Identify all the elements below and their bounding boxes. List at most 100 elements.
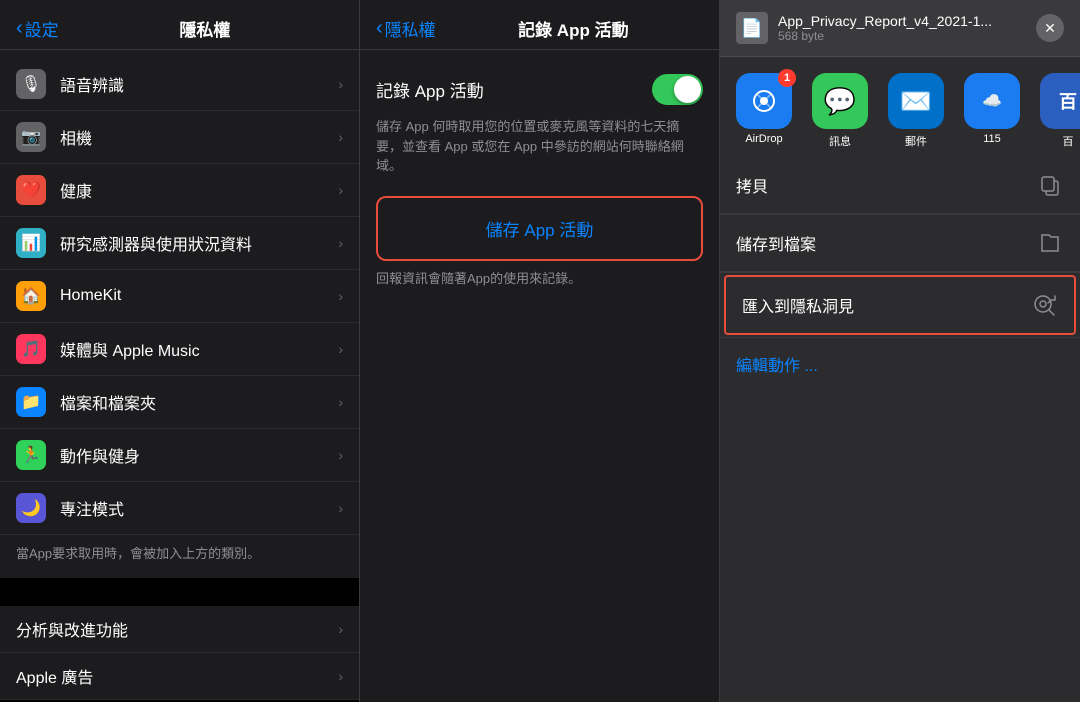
left-panel-title: 隱私權 xyxy=(67,16,343,41)
back-chevron-icon: ‹ xyxy=(376,17,383,40)
back-to-privacy-button[interactable]: ‹ 隱私權 xyxy=(376,16,436,41)
save-file-label: 儲存到檔案 xyxy=(736,231,816,255)
menu-label-health: 健康 xyxy=(60,178,338,202)
media-icon: 🎵 xyxy=(16,334,46,364)
menu-item-files[interactable]: 📁 檔案和檔案夾 › xyxy=(0,376,359,429)
menu-item-homekit[interactable]: 🏠 HomeKit › xyxy=(0,270,359,323)
baidu-label: 百 xyxy=(1063,133,1074,149)
edit-actions-link[interactable]: 編輯動作 ... xyxy=(720,338,1080,390)
app115-app-icon: ☁️ xyxy=(964,73,1020,129)
chevron-icon: › xyxy=(338,500,343,516)
chevron-icon: › xyxy=(338,621,343,637)
menu-item-analytics[interactable]: 分析與改進功能 › xyxy=(0,606,359,653)
baidu-icon-wrap: 百 xyxy=(1040,73,1080,129)
import-privacy-icon xyxy=(1030,291,1058,319)
research-icon: 📊 xyxy=(16,228,46,258)
close-icon: ✕ xyxy=(1044,20,1056,37)
motion-icon: 🏃 xyxy=(16,440,46,470)
import-privacy-label: 匯入到隱私洞見 xyxy=(742,293,854,317)
airdrop-icon-wrap: 1 xyxy=(736,73,792,129)
share-action-copy[interactable]: 拷貝 xyxy=(720,157,1080,214)
chevron-icon: › xyxy=(338,394,343,410)
back-to-settings-button[interactable]: ‹ 設定 xyxy=(16,16,59,41)
file-icon: 📄 xyxy=(736,12,768,44)
toggle-label: 記錄 App 活動 xyxy=(376,77,484,102)
share-app-115[interactable]: ☁️ 115 xyxy=(956,73,1028,149)
mail-label: 郵件 xyxy=(905,133,927,149)
share-actions-list: 拷貝 儲存到檔案 匯入到隱私洞見 xyxy=(720,157,1080,702)
menu-label-voice: 語音辨識 xyxy=(60,72,338,96)
menu-item-voice[interactable]: 🎙 語音辨識 › xyxy=(0,58,359,111)
middle-panel-title: 記錄 App 活動 xyxy=(444,16,703,41)
share-app-baidu[interactable]: 百 百 xyxy=(1032,73,1080,149)
middle-panel: ‹ 隱私權 記錄 App 活動 記錄 App 活動 儲存 App 何時取用您的位… xyxy=(360,0,720,702)
mail-icon-wrap: ✉️ xyxy=(888,73,944,129)
left-panel: ‹ 設定 隱私權 🎙 語音辨識 › 📷 相機 › ❤️ 健康 › 📊 研究感測器… xyxy=(0,0,360,702)
airdrop-badge: 1 xyxy=(778,69,796,87)
chevron-icon: › xyxy=(338,668,343,684)
privacy-menu-list: 🎙 語音辨識 › 📷 相機 › ❤️ 健康 › 📊 研究感測器與使用狀況資料 ›… xyxy=(0,50,359,702)
airdrop-label: AirDrop xyxy=(745,133,782,145)
menu-item-research[interactable]: 📊 研究感測器與使用狀況資料 › xyxy=(0,217,359,270)
menu-item-media[interactable]: 🎵 媒體與 Apple Music › xyxy=(0,323,359,376)
health-icon: ❤️ xyxy=(16,175,46,205)
divider xyxy=(720,272,1080,273)
chevron-icon: › xyxy=(338,341,343,357)
menu-label-analytics: 分析與改進功能 xyxy=(16,617,338,641)
share-close-button[interactable]: ✕ xyxy=(1036,14,1064,42)
share-action-import-privacy[interactable]: 匯入到隱私洞見 xyxy=(724,275,1076,335)
messages-label: 訊息 xyxy=(829,133,851,149)
middle-content: 記錄 App 活動 儲存 App 何時取用您的位置或麥克風等資料的七天摘要，並查… xyxy=(360,50,719,702)
menu-label-research: 研究感測器與使用狀況資料 xyxy=(60,231,338,255)
back-chevron-icon: ‹ xyxy=(16,17,23,40)
save-button-container: 儲存 App 活動 xyxy=(376,196,703,261)
messages-icon-wrap: 💬 xyxy=(812,73,868,129)
left-header: ‹ 設定 隱私權 xyxy=(0,0,359,50)
chevron-icon: › xyxy=(338,288,343,304)
save-app-activity-button[interactable]: 儲存 App 活動 xyxy=(382,202,697,255)
share-file-info: App_Privacy_Report_v4_2021-1... 568 byte xyxy=(778,13,1036,43)
share-action-save-file[interactable]: 儲存到檔案 xyxy=(720,215,1080,272)
menu-item-ads[interactable]: Apple 廣告 › xyxy=(0,653,359,700)
toggle-row: 記錄 App 活動 xyxy=(376,74,703,105)
middle-header: ‹ 隱私權 記錄 App 活動 xyxy=(360,0,719,50)
menu-label-focus: 專注模式 xyxy=(60,496,338,520)
voice-icon: 🎙 xyxy=(16,69,46,99)
save-file-icon xyxy=(1036,229,1064,257)
menu-label-ads: Apple 廣告 xyxy=(16,664,338,688)
share-app-messages[interactable]: 💬 訊息 xyxy=(804,73,876,149)
menu-label-homekit: HomeKit xyxy=(60,287,338,305)
back-label: 設定 xyxy=(25,16,59,41)
copy-label: 拷貝 xyxy=(736,173,768,197)
menu-item-health[interactable]: ❤️ 健康 › xyxy=(0,164,359,217)
chevron-icon: › xyxy=(338,129,343,145)
chevron-icon: › xyxy=(338,76,343,92)
menu-item-focus[interactable]: 🌙 專注模式 › xyxy=(0,482,359,535)
app115-icon-wrap: ☁️ xyxy=(964,73,1020,129)
chevron-icon: › xyxy=(338,447,343,463)
right-panel: 📄 App_Privacy_Report_v4_2021-1... 568 by… xyxy=(720,0,1080,702)
messages-app-icon: 💬 xyxy=(812,73,868,129)
back-label: 隱私權 xyxy=(385,16,436,41)
share-app-airdrop[interactable]: 1 AirDrop xyxy=(728,73,800,149)
menu-label-motion: 動作與健身 xyxy=(60,443,338,467)
baidu-app-icon: 百 xyxy=(1040,73,1080,129)
copy-icon xyxy=(1036,171,1064,199)
save-description: 回報資訊會隨著App的使用來記錄。 xyxy=(376,269,703,289)
menu-label-media: 媒體與 Apple Music xyxy=(60,337,338,361)
menu-item-motion[interactable]: 🏃 動作與健身 › xyxy=(0,429,359,482)
focus-icon: 🌙 xyxy=(16,493,46,523)
menu-item-camera[interactable]: 📷 相機 › xyxy=(0,111,359,164)
toggle-knob xyxy=(674,76,701,103)
section-divider xyxy=(0,578,359,606)
camera-icon: 📷 xyxy=(16,122,46,152)
share-file-name: App_Privacy_Report_v4_2021-1... xyxy=(778,13,998,29)
menu-label-files: 檔案和檔案夾 xyxy=(60,390,338,414)
chevron-icon: › xyxy=(338,235,343,251)
share-app-mail[interactable]: ✉️ 郵件 xyxy=(880,73,952,149)
share-apps-row: 1 AirDrop 💬 訊息 ✉️ 郵件 ☁️ 115 xyxy=(720,57,1080,157)
app115-label: 115 xyxy=(983,133,1001,145)
toggle-description: 儲存 App 何時取用您的位置或麥克風等資料的七天摘要，並查看 App 或您在 … xyxy=(376,117,703,176)
menu-label-camera: 相機 xyxy=(60,125,338,149)
record-app-toggle[interactable] xyxy=(652,74,703,105)
